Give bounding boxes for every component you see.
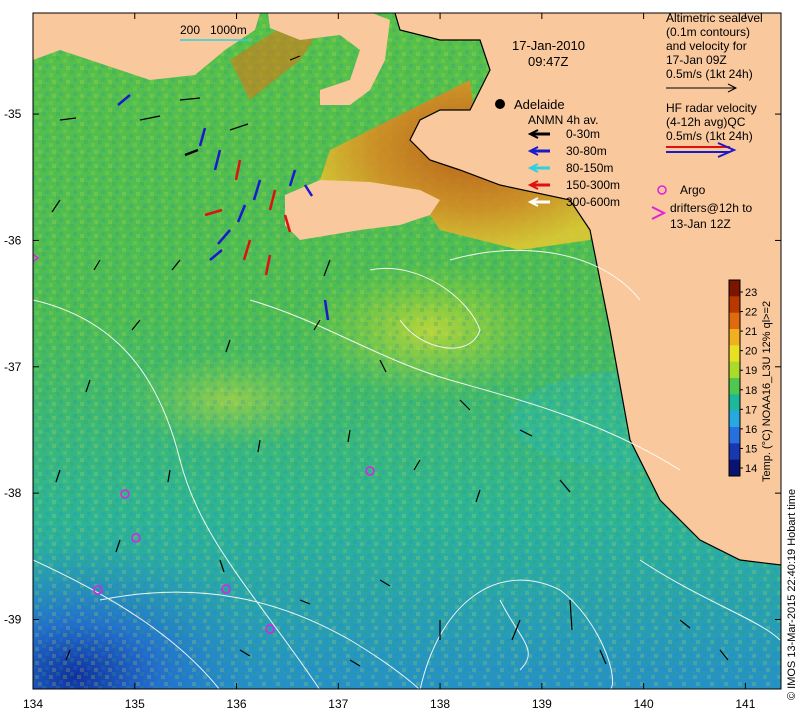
y-tick-label: -38: [4, 486, 22, 500]
colorbar-tick-label: 23: [745, 287, 757, 299]
y-tick-label: -35: [4, 107, 22, 121]
altimetry-line-4: 17-Jan 09Z: [666, 53, 727, 67]
x-tick-label: 134: [23, 697, 43, 711]
scale-label-1000: 1000m: [210, 23, 247, 37]
x-tick-label: 136: [227, 697, 247, 711]
y-tick-label: -37: [4, 360, 22, 374]
colorbar-swatch: [729, 361, 740, 379]
colorbar-swatch: [729, 280, 740, 297]
x-tick-label: 140: [634, 697, 654, 711]
colorbar-swatch: [729, 410, 740, 428]
colorbar-swatch: [729, 443, 740, 461]
x-tick-label: 137: [328, 697, 348, 711]
colorbar-swatch: [729, 427, 740, 444]
colorbar-tick-label: 16: [745, 424, 757, 436]
anmn-legend-title: ANMN 4h av.: [528, 113, 598, 127]
adelaide-marker: [495, 99, 505, 109]
y-tick-label: -39: [4, 613, 22, 627]
altimetry-line-3: and velocity for: [666, 39, 747, 53]
colorbar-tick-label: 15: [745, 443, 757, 455]
hf-line-1: HF radar velocity: [666, 101, 757, 115]
colorbar-swatch: [729, 459, 740, 477]
altimetry-line-2: (0.1m contours): [666, 25, 750, 39]
colorbar-tick-label: 22: [745, 307, 757, 319]
colorbar-swatch: [729, 345, 740, 363]
colorbar-tick-label: 18: [745, 385, 757, 397]
argo-time-label: 13-Jan 12Z: [670, 217, 731, 231]
colorbar-tick-label: 20: [745, 346, 757, 358]
altimetry-line-5: 0.5m/s (1kt 24h): [666, 67, 753, 81]
anmn-legend-label: 300-600m: [566, 195, 620, 209]
map-time: 09:47Z: [528, 54, 569, 69]
colorbar-tick-label: 19: [745, 365, 757, 377]
credit-text: © IMOS 13-Mar-2015 22:40:19 Hobart time: [786, 489, 798, 700]
adelaide-label: Adelaide: [514, 97, 565, 112]
altimetry-line-1: Altimetric sealevel: [666, 11, 763, 25]
y-tick-label: -36: [4, 233, 22, 247]
colorbar-swatch: [729, 329, 740, 346]
hf-line-2: (4-12h avg)QC: [666, 115, 746, 129]
colorbar-tick-label: 17: [745, 404, 757, 416]
argo-label: Argo: [680, 183, 706, 197]
hf-line-3: 0.5m/s (1kt 24h): [666, 129, 753, 143]
colorbar-swatch: [729, 378, 740, 395]
map-date: 17-Jan-2010: [512, 38, 585, 53]
sst-map: 200 1000m 17-Jan-2010 09:47Z Adelaide AN…: [4, 11, 798, 711]
x-tick-label: 135: [125, 697, 145, 711]
x-tick-label: 139: [532, 697, 552, 711]
colorbar-swatch: [729, 394, 740, 412]
colorbar-title: Temp. (°C) NOAA16_L3U 12% ql>=2: [761, 301, 773, 482]
colorbar-tick-label: 14: [745, 463, 757, 475]
anmn-legend-label: 0-30m: [566, 127, 600, 141]
x-tick-label: 138: [430, 697, 450, 711]
colorbar-tick-label: 21: [745, 326, 757, 338]
x-tick-label: 141: [735, 697, 755, 711]
scale-label-200: 200: [180, 23, 200, 37]
colorbar-swatch: [729, 296, 740, 314]
anmn-legend-label: 80-150m: [566, 161, 613, 175]
anmn-legend-label: 30-80m: [566, 144, 607, 158]
argo-drifters-label: drifters@12h to: [670, 201, 753, 215]
anmn-legend-label: 150-300m: [566, 178, 620, 192]
colorbar-swatch: [729, 312, 740, 330]
